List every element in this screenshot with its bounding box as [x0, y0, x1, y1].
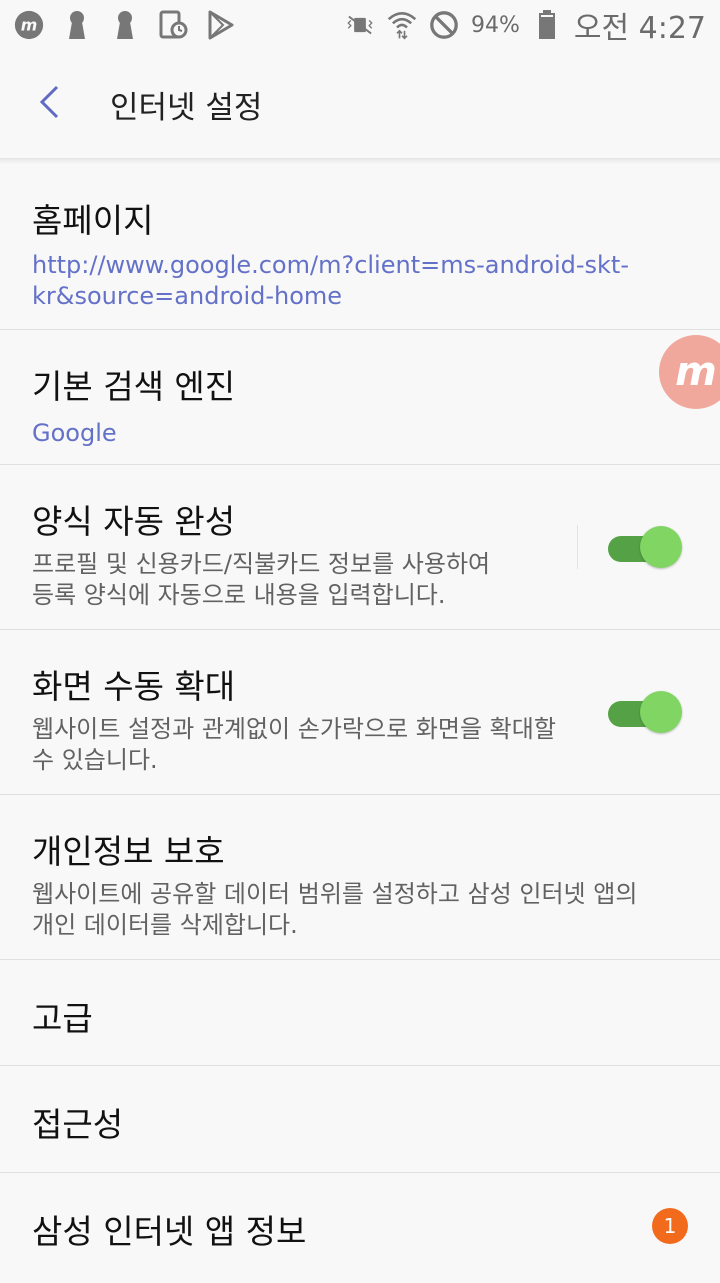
setting-subtitle: 프로필 및 신용카드/직불카드 정보를 사용하여 등록 양식에 자동으로 내용을…	[32, 550, 491, 609]
setting-title: 양식 자동 완성	[32, 502, 236, 541]
setting-title: 고급	[32, 999, 93, 1038]
battery-icon	[532, 10, 562, 40]
autofill-toggle[interactable]	[608, 526, 682, 570]
vibrate-mute-icon	[345, 10, 375, 40]
setting-autofill-forms[interactable]: 양식 자동 완성 프로필 및 신용카드/직불카드 정보를 사용하여 등록 양식에…	[0, 465, 720, 630]
settings-list: 홈페이지 http://www.google.com/m?client=ms-a…	[0, 164, 720, 1283]
notification-badge: 1	[652, 1208, 688, 1244]
manual-zoom-toggle[interactable]	[608, 691, 682, 735]
back-arrow-icon	[37, 84, 61, 124]
setting-title: 홈페이지	[32, 201, 154, 240]
setting-privacy[interactable]: 개인정보 보호 웹사이트에 공유할 데이터 범위를 설정하고 삼성 인터넷 앱의…	[0, 795, 720, 960]
keyhole-icon-2	[110, 10, 140, 40]
toggle-knob	[640, 691, 682, 733]
do-not-disturb-icon	[429, 10, 459, 40]
play-store-icon	[206, 10, 236, 40]
battery-percent: 94%	[470, 12, 520, 38]
toggle-divider	[577, 525, 578, 569]
wifi-icon	[387, 10, 417, 40]
setting-title: 화면 수동 확대	[32, 667, 236, 706]
clock: 오전 4:27	[573, 11, 706, 46]
setting-homepage[interactable]: 홈페이지 http://www.google.com/m?client=ms-a…	[0, 164, 720, 330]
app-bar: 인터넷 설정	[0, 50, 720, 158]
setting-title: 삼성 인터넷 앱 정보	[32, 1212, 307, 1251]
setting-subtitle: Google	[32, 419, 117, 447]
toggle-knob	[640, 526, 682, 568]
setting-title: 개인정보 보호	[32, 832, 225, 871]
setting-about-samsung-internet[interactable]: 삼성 인터넷 앱 정보 1	[0, 1173, 720, 1283]
svg-text:m: m	[21, 15, 38, 34]
keyhole-icon	[62, 10, 92, 40]
setting-title: 기본 검색 엔진	[32, 367, 236, 406]
back-button[interactable]	[14, 69, 84, 139]
page-title: 인터넷 설정	[110, 89, 263, 126]
setting-accessibility[interactable]: 접근성	[0, 1066, 720, 1173]
screen-timer-icon	[158, 10, 188, 40]
status-bar: m 94% 오전 4:27	[0, 0, 720, 50]
setting-advanced[interactable]: 고급	[0, 960, 720, 1066]
setting-default-search-engine[interactable]: 기본 검색 엔진 Google	[0, 330, 720, 465]
mobizen-icon: m	[14, 10, 44, 40]
setting-subtitle: http://www.google.com/m?client=ms-androi…	[32, 251, 629, 310]
setting-manual-zoom[interactable]: 화면 수동 확대 웹사이트 설정과 관계없이 손가락으로 화면을 확대할 수 있…	[0, 630, 720, 795]
setting-subtitle: 웹사이트 설정과 관계없이 손가락으로 화면을 확대할 수 있습니다.	[32, 715, 556, 774]
setting-title: 접근성	[32, 1105, 124, 1144]
setting-subtitle: 웹사이트에 공유할 데이터 범위를 설정하고 삼성 인터넷 앱의 개인 데이터를…	[32, 880, 638, 939]
